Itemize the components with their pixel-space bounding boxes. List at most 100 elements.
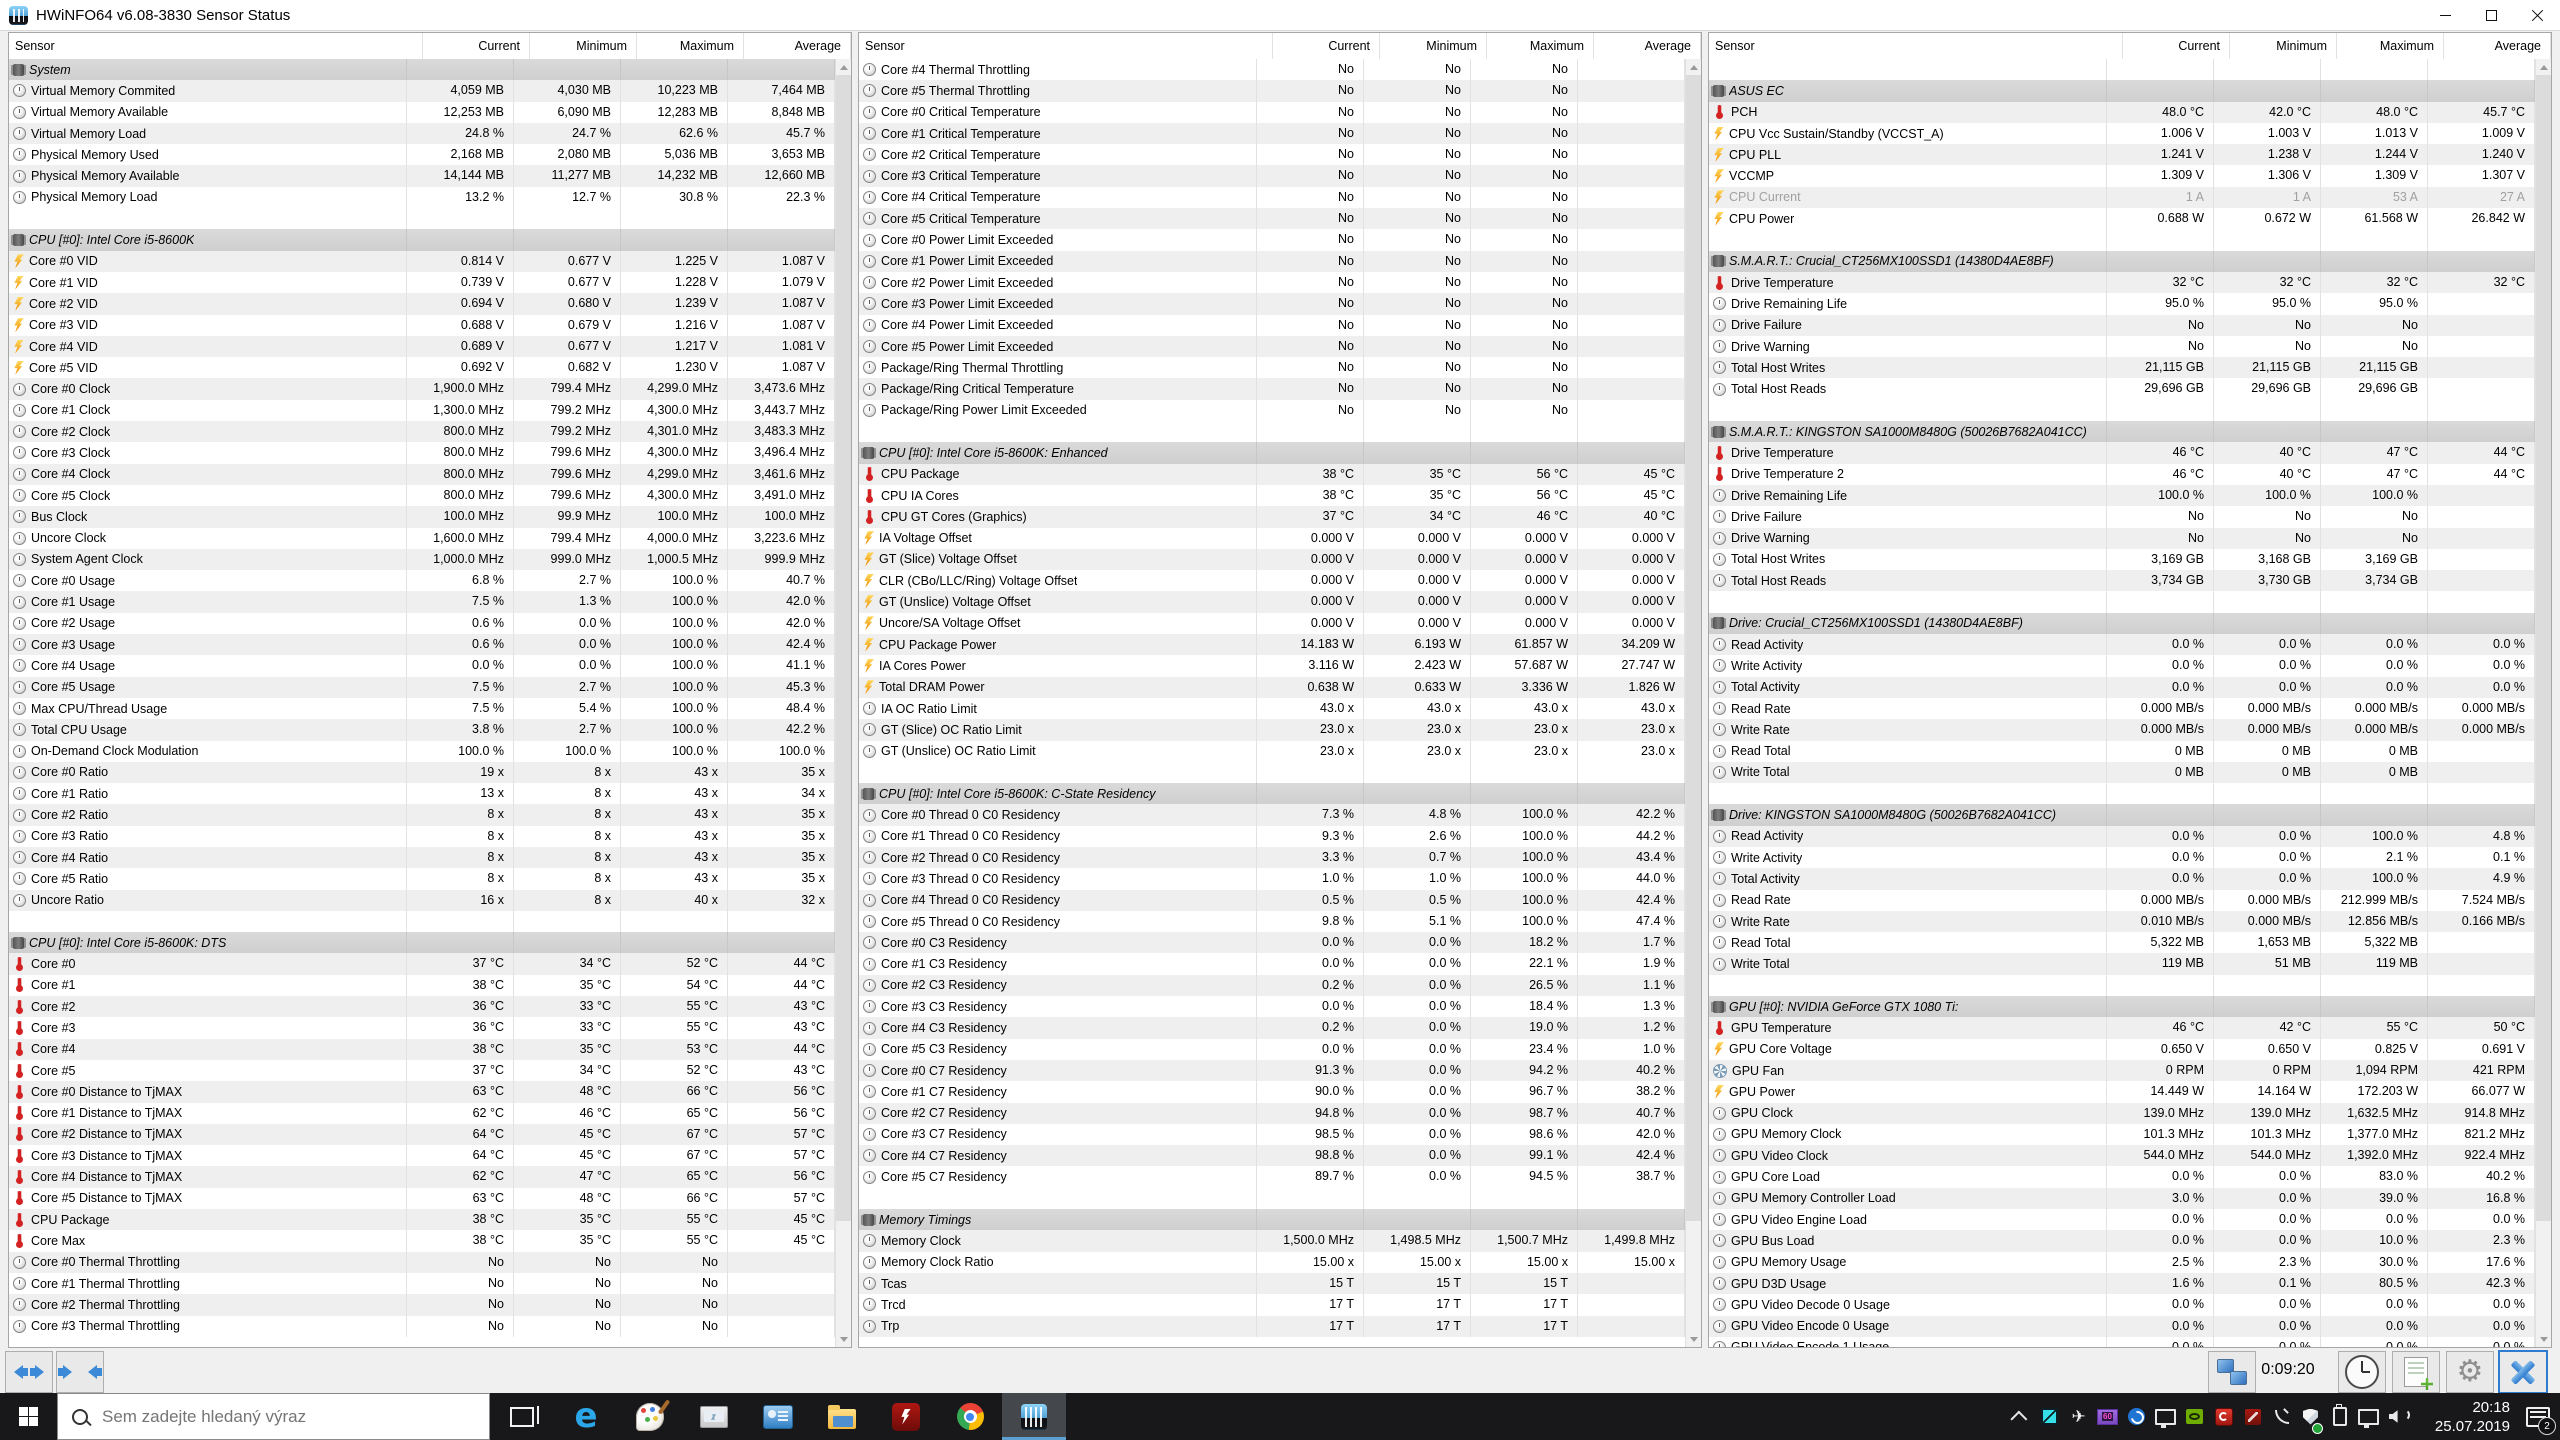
scroll-up-button[interactable] xyxy=(836,59,851,75)
sensor-row[interactable]: Core #4 C3 Residency0.2 %0.0 %19.0 %1.2 … xyxy=(859,1017,1685,1038)
sensor-row[interactable]: Core #4 Ratio8 x8 x43 x35 x xyxy=(9,847,835,868)
section-row[interactable]: GPU [#0]: NVIDIA GeForce GTX 1080 Ti: xyxy=(1709,996,2535,1017)
taskbar-app-system-monitor[interactable] xyxy=(682,1393,746,1440)
close-window-button[interactable] xyxy=(2514,0,2560,30)
sensor-row[interactable]: Core #4 VID0.689 V0.677 V1.217 V1.081 V xyxy=(9,336,835,357)
sensor-row[interactable]: CPU PLL1.241 V1.238 V1.244 V1.240 V xyxy=(1709,144,2535,165)
sensor-row[interactable]: Core #3 Thermal ThrottlingNoNoNo xyxy=(9,1316,835,1337)
sensor-row[interactable]: Write Rate0.010 MB/s0.000 MB/s12.856 MB/… xyxy=(1709,911,2535,932)
sensor-row[interactable]: Core #2 C7 Residency94.8 %0.0 %98.7 %40.… xyxy=(859,1103,1685,1124)
taskbar-app-control-panel[interactable] xyxy=(746,1393,810,1440)
sensor-row[interactable]: Core #4 Power Limit ExceededNoNoNo xyxy=(859,315,1685,336)
sensor-row[interactable]: Drive Remaining Life100.0 %100.0 %100.0 … xyxy=(1709,485,2535,506)
scroll-down-button[interactable] xyxy=(836,1331,851,1347)
sensor-row[interactable]: Physical Memory Used2,168 MB2,080 MB5,03… xyxy=(9,144,835,165)
sensor-row[interactable]: Drive Temperature32 °C32 °C32 °C32 °C xyxy=(1709,272,2535,293)
sensor-row[interactable]: Total Host Writes21,115 GB21,115 GB21,11… xyxy=(1709,357,2535,378)
sensor-row[interactable]: Core #4 Usage0.0 %0.0 %100.0 %41.1 % xyxy=(9,655,835,676)
sensor-row[interactable]: Core #2 Thermal ThrottlingNoNoNo xyxy=(9,1294,835,1315)
sensor-row[interactable]: Core #0 Power Limit ExceededNoNoNo xyxy=(859,229,1685,250)
start-button[interactable] xyxy=(0,1393,57,1440)
column-header[interactable]: Current xyxy=(2123,33,2230,59)
sensor-row[interactable]: Package/Ring Thermal ThrottlingNoNoNo xyxy=(859,357,1685,378)
tray-expand-button[interactable] xyxy=(2006,1393,2035,1440)
sensor-row[interactable]: Core #5 C7 Residency89.7 %0.0 %94.5 %38.… xyxy=(859,1166,1685,1187)
sensor-row[interactable]: CPU Power0.688 W0.672 W61.568 W26.842 W xyxy=(1709,208,2535,229)
sensor-row[interactable]: Core #0 Thread 0 C0 Residency7.3 %4.8 %1… xyxy=(859,804,1685,825)
sensor-row[interactable]: Core #537 °C34 °C52 °C43 °C xyxy=(9,1060,835,1081)
sensor-row[interactable]: Memory Clock1,500.0 MHz1,498.5 MHz1,500.… xyxy=(859,1230,1685,1251)
tray-icon-monitor[interactable] xyxy=(2151,1393,2180,1440)
sensor-row[interactable]: IA Voltage Offset0.000 V0.000 V0.000 V0.… xyxy=(859,528,1685,549)
sensor-row[interactable]: Core #4 Critical TemperatureNoNoNo xyxy=(859,187,1685,208)
sensor-row[interactable]: On-Demand Clock Modulation100.0 %100.0 %… xyxy=(9,741,835,762)
sensor-row[interactable]: Core #1 Usage7.5 %1.3 %100.0 %42.0 % xyxy=(9,591,835,612)
sensor-row[interactable]: Virtual Memory Commited4,059 MB4,030 MB1… xyxy=(9,80,835,101)
section-row[interactable]: S.M.A.R.T.: KINGSTON SA1000M8480G (50026… xyxy=(1709,421,2535,442)
sensor-row[interactable]: Core #0 Critical TemperatureNoNoNo xyxy=(859,102,1685,123)
column-header[interactable]: Sensor xyxy=(859,33,1273,59)
column-header[interactable]: Maximum xyxy=(637,33,744,59)
section-row[interactable]: CPU [#0]: Intel Core i5-8600K: C-State R… xyxy=(859,783,1685,804)
sensor-row[interactable]: Core #5 Usage7.5 %2.7 %100.0 %45.3 % xyxy=(9,677,835,698)
sensor-row[interactable]: Total Host Writes3,169 GB3,168 GB3,169 G… xyxy=(1709,549,2535,570)
sensor-row[interactable]: Uncore Ratio16 x8 x40 x32 x xyxy=(9,890,835,911)
sensor-row[interactable]: Core #2 C3 Residency0.2 %0.0 %26.5 %1.1 … xyxy=(859,975,1685,996)
sensor-row[interactable]: Virtual Memory Load24.8 %24.7 %62.6 %45.… xyxy=(9,123,835,144)
sensor-row[interactable]: Core #5 Power Limit ExceededNoNoNo xyxy=(859,336,1685,357)
sensor-row[interactable]: Drive FailureNoNoNo xyxy=(1709,506,2535,527)
tray-icon-uplay[interactable] xyxy=(2122,1393,2151,1440)
sensor-row[interactable]: VCCMP1.309 V1.306 V1.309 V1.307 V xyxy=(1709,165,2535,186)
sensor-row[interactable]: GPU Fan0 RPM0 RPM1,094 RPM421 RPM xyxy=(1709,1060,2535,1081)
sensor-row[interactable]: GPU Power14.449 W14.164 W172.203 W66.077… xyxy=(1709,1081,2535,1102)
sensor-row[interactable]: Core #2 Distance to TjMAX64 °C45 °C67 °C… xyxy=(9,1124,835,1145)
sensor-row[interactable]: CPU GT Cores (Graphics)37 °C34 °C46 °C40… xyxy=(859,506,1685,527)
sensor-row[interactable]: Uncore Clock1,600.0 MHz799.4 MHz4,000.0 … xyxy=(9,528,835,549)
taskbar-app-hwinfo-installer[interactable] xyxy=(874,1393,938,1440)
close-sensors-button[interactable] xyxy=(2498,1350,2548,1394)
scroll-down-button[interactable] xyxy=(2536,1331,2551,1347)
sensor-row[interactable]: GPU Video Encode 1 Usage0.0 %0.0 %0.0 %0… xyxy=(1709,1337,2535,1347)
column-header[interactable]: Maximum xyxy=(2337,33,2444,59)
sensor-row[interactable]: Core #5 Ratio8 x8 x43 x35 x xyxy=(9,868,835,889)
section-row[interactable]: CPU [#0]: Intel Core i5-8600K xyxy=(9,229,835,250)
sensor-row[interactable]: Drive WarningNoNoNo xyxy=(1709,528,2535,549)
sensor-row[interactable]: Core #1 C3 Residency0.0 %0.0 %22.1 %1.9 … xyxy=(859,953,1685,974)
sensor-row[interactable]: Core #2 Clock800.0 MHz799.2 MHz4,301.0 M… xyxy=(9,421,835,442)
column-header[interactable]: Average xyxy=(744,33,851,59)
sensor-row[interactable]: Read Activity0.0 %0.0 %100.0 %4.8 % xyxy=(1709,826,2535,847)
taskbar-app-paint[interactable] xyxy=(618,1393,682,1440)
tray-icon-fps-counter[interactable]: 60 xyxy=(2093,1393,2122,1440)
sensor-row[interactable]: Core #2 Usage0.6 %0.0 %100.0 %42.0 % xyxy=(9,613,835,634)
sensor-row[interactable]: GT (Unslice) Voltage Offset0.000 V0.000 … xyxy=(859,591,1685,612)
sensor-row[interactable]: Write Total0 MB0 MB0 MB xyxy=(1709,762,2535,783)
scrollbar-thumb[interactable] xyxy=(1686,75,1701,1221)
logging-report-button[interactable] xyxy=(2392,1351,2440,1393)
sensor-row[interactable]: GPU Clock139.0 MHz139.0 MHz1,632.5 MHz91… xyxy=(1709,1103,2535,1124)
column-header[interactable]: Sensor xyxy=(1709,33,2123,59)
sensor-row[interactable]: Core #3 C3 Residency0.0 %0.0 %18.4 %1.3 … xyxy=(859,996,1685,1017)
sensor-row[interactable]: GPU Core Voltage0.650 V0.650 V0.825 V0.6… xyxy=(1709,1039,2535,1060)
sensor-row[interactable]: Core #236 °C33 °C55 °C43 °C xyxy=(9,996,835,1017)
sensor-row[interactable]: Core #3 Distance to TjMAX64 °C45 °C67 °C… xyxy=(9,1145,835,1166)
sensor-row[interactable]: Core #3 Usage0.6 %0.0 %100.0 %42.4 % xyxy=(9,634,835,655)
sensor-row[interactable]: Read Rate0.000 MB/s0.000 MB/s0.000 MB/s0… xyxy=(1709,698,2535,719)
sensor-row[interactable]: Core #0 C3 Residency0.0 %0.0 %18.2 %1.7 … xyxy=(859,932,1685,953)
sensor-row[interactable]: Read Total5,322 MB1,653 MB5,322 MB xyxy=(1709,932,2535,953)
minimize-button[interactable] xyxy=(2422,0,2468,30)
sensor-row[interactable]: CPU Package Power14.183 W6.193 W61.857 W… xyxy=(859,634,1685,655)
sensor-row[interactable]: Core #0 C7 Residency91.3 %0.0 %94.2 %40.… xyxy=(859,1060,1685,1081)
sensor-row[interactable]: Total Host Reads29,696 GB29,696 GB29,696… xyxy=(1709,378,2535,399)
column-header[interactable]: Average xyxy=(2444,33,2551,59)
sensor-row[interactable]: Core #5 Critical TemperatureNoNoNo xyxy=(859,208,1685,229)
search-input[interactable] xyxy=(100,1406,489,1428)
section-row[interactable]: ASUS EC xyxy=(1709,80,2535,101)
expand-columns-button[interactable] xyxy=(5,1351,53,1393)
sensor-row[interactable]: Core #3 VID0.688 V0.679 V1.216 V1.087 V xyxy=(9,315,835,336)
sensor-row[interactable]: GT (Slice) Voltage Offset0.000 V0.000 V0… xyxy=(859,549,1685,570)
sensor-row[interactable]: Total DRAM Power0.638 W0.633 W3.336 W1.8… xyxy=(859,677,1685,698)
sensor-row[interactable]: Core #3 Ratio8 x8 x43 x35 x xyxy=(9,826,835,847)
tray-icon-nvidia[interactable] xyxy=(2180,1393,2209,1440)
column-header[interactable]: Average xyxy=(1594,33,1701,59)
sensor-row[interactable]: IA Cores Power3.116 W2.423 W57.687 W27.7… xyxy=(859,655,1685,676)
